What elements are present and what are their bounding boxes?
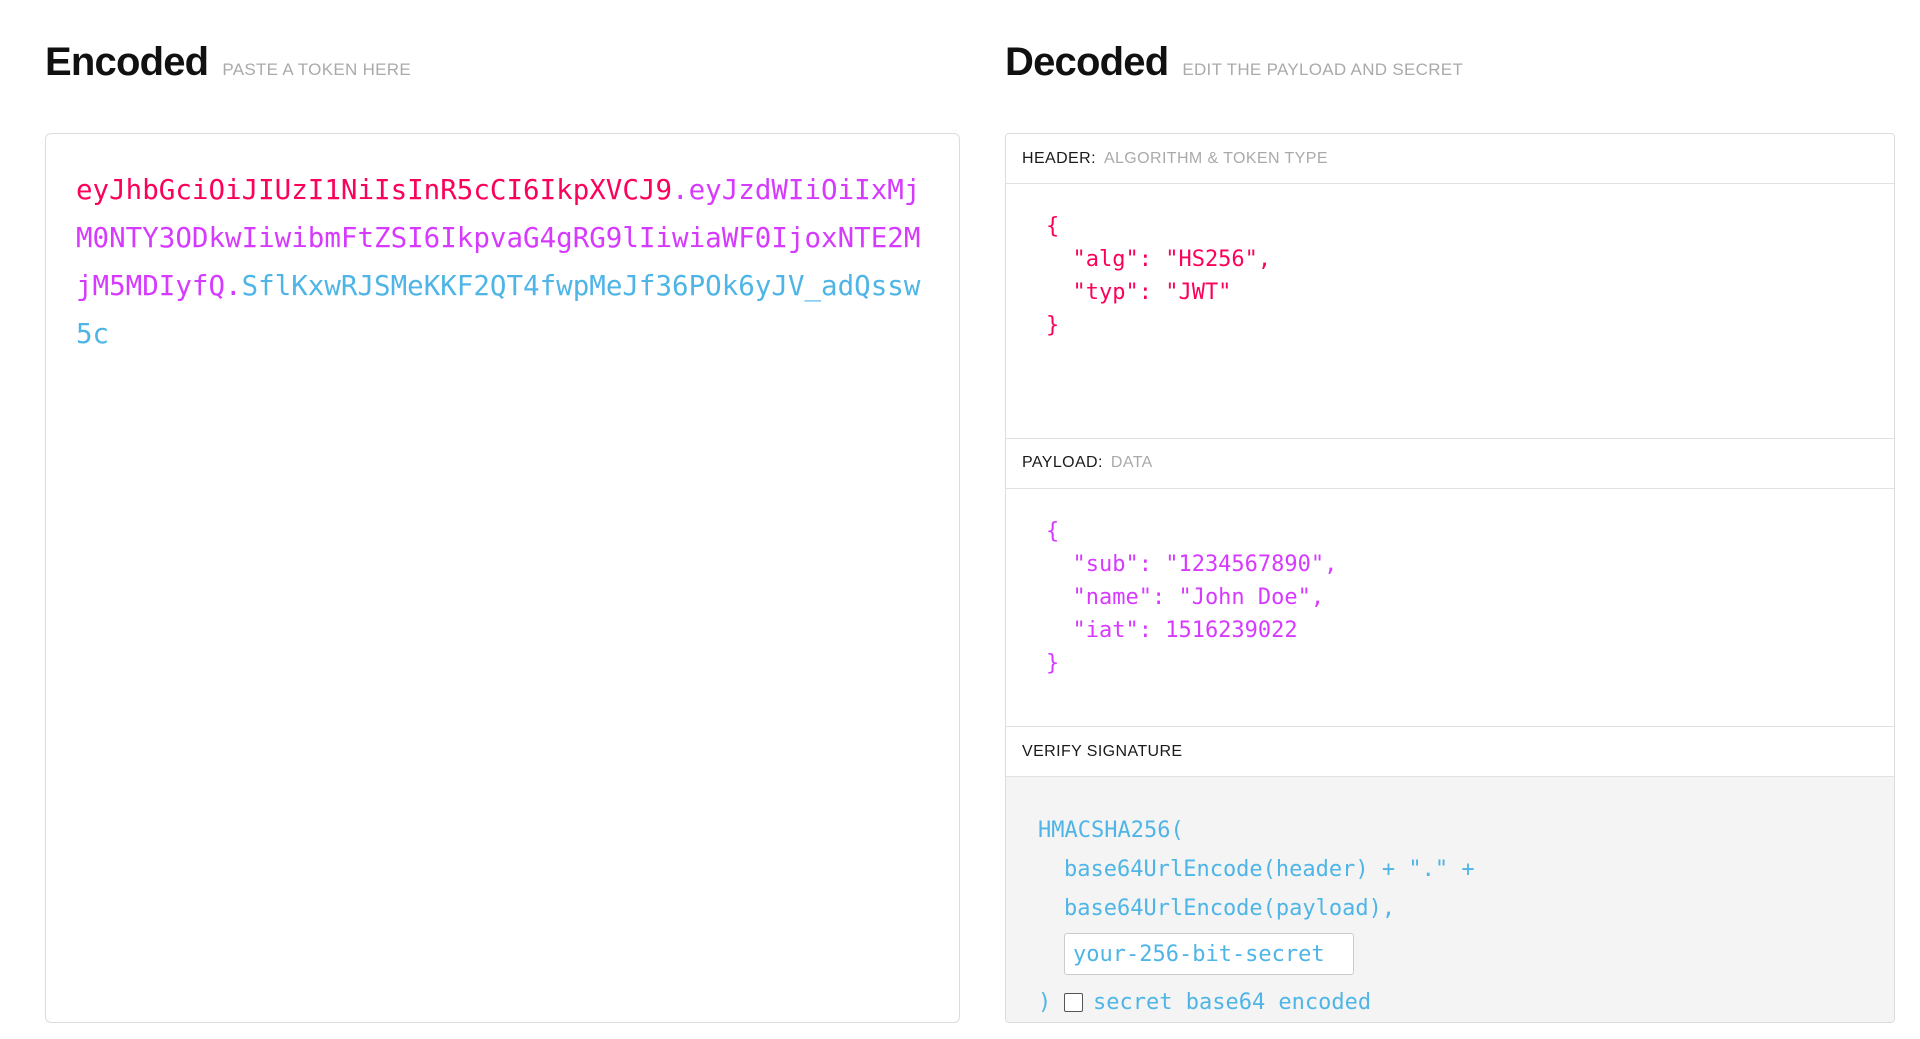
signature-label-main: VERIFY SIGNATURE: [1022, 742, 1183, 760]
decoded-subtitle: EDIT THE PAYLOAD AND SECRET: [1182, 60, 1464, 79]
signature-verify-area: HMACSHA256( base64UrlEncode(header) + ".…: [1006, 777, 1894, 1022]
base64-encoded-checkbox[interactable]: [1064, 993, 1083, 1012]
signature-formula-line-2: base64UrlEncode(header) + "." +: [1064, 857, 1475, 882]
header-label-main: HEADER:: [1022, 149, 1096, 167]
base64-encoded-checkbox-label[interactable]: secret base64 encoded: [1093, 983, 1371, 1022]
signature-formula-line-3: base64UrlEncode(payload),: [1064, 896, 1396, 921]
decoded-title: Decoded: [1005, 40, 1169, 84]
encoded-subtitle: PASTE A TOKEN HERE: [222, 60, 412, 79]
secret-input[interactable]: [1064, 933, 1354, 975]
jwt-token-text[interactable]: eyJhbGciOiJIUzI1NiIsInR5cCI6IkpXVCJ9.eyJ…: [76, 166, 929, 358]
decoded-heading: Decoded EDIT THE PAYLOAD AND SECRET: [1005, 42, 1463, 82]
encoded-heading: Encoded PASTE A TOKEN HERE: [45, 42, 411, 82]
payload-json-editor[interactable]: { "sub": "1234567890", "name": "John Doe…: [1006, 488, 1894, 727]
header-json-content[interactable]: { "alg": "HS256", "typ": "JWT" }: [1006, 210, 1894, 342]
header-section-label: HEADER: ALGORITHM & TOKEN TYPE: [1006, 134, 1894, 184]
signature-section-label: VERIFY SIGNATURE: [1006, 727, 1894, 777]
decoded-panel: HEADER: ALGORITHM & TOKEN TYPE { "alg": …: [1005, 133, 1895, 1023]
encoded-token-input[interactable]: eyJhbGciOiJIUzI1NiIsInR5cCI6IkpXVCJ9.eyJ…: [45, 133, 960, 1023]
jwt-debugger-page: Encoded PASTE A TOKEN HERE eyJhbGciOiJIU…: [0, 0, 1920, 1039]
token-separator-2: .: [225, 270, 242, 302]
header-json-editor[interactable]: { "alg": "HS256", "typ": "JWT" }: [1006, 184, 1894, 439]
signature-closing-paren: ): [1038, 990, 1052, 1015]
payload-section-label: PAYLOAD: DATA: [1006, 438, 1894, 489]
token-header-segment: eyJhbGciOiJIUzI1NiIsInR5cCI6IkpXVCJ9: [76, 174, 673, 206]
decoded-column: Decoded EDIT THE PAYLOAD AND SECRET HEAD…: [1005, 0, 1895, 1039]
payload-json-content[interactable]: { "sub": "1234567890", "name": "John Doe…: [1006, 515, 1894, 680]
header-label-sub: ALGORITHM & TOKEN TYPE: [1103, 149, 1328, 167]
encoded-title: Encoded: [45, 40, 209, 84]
signature-formula-line-1: HMACSHA256(: [1038, 818, 1184, 843]
token-separator-1: .: [672, 174, 689, 206]
payload-label-sub: DATA: [1110, 454, 1153, 472]
encoded-column: Encoded PASTE A TOKEN HERE eyJhbGciOiJIU…: [45, 0, 960, 1039]
secret-input-row: [1006, 928, 1894, 975]
signature-closing-row: ) secret base64 encoded: [1006, 975, 1894, 1022]
payload-label-main: PAYLOAD:: [1022, 454, 1103, 472]
